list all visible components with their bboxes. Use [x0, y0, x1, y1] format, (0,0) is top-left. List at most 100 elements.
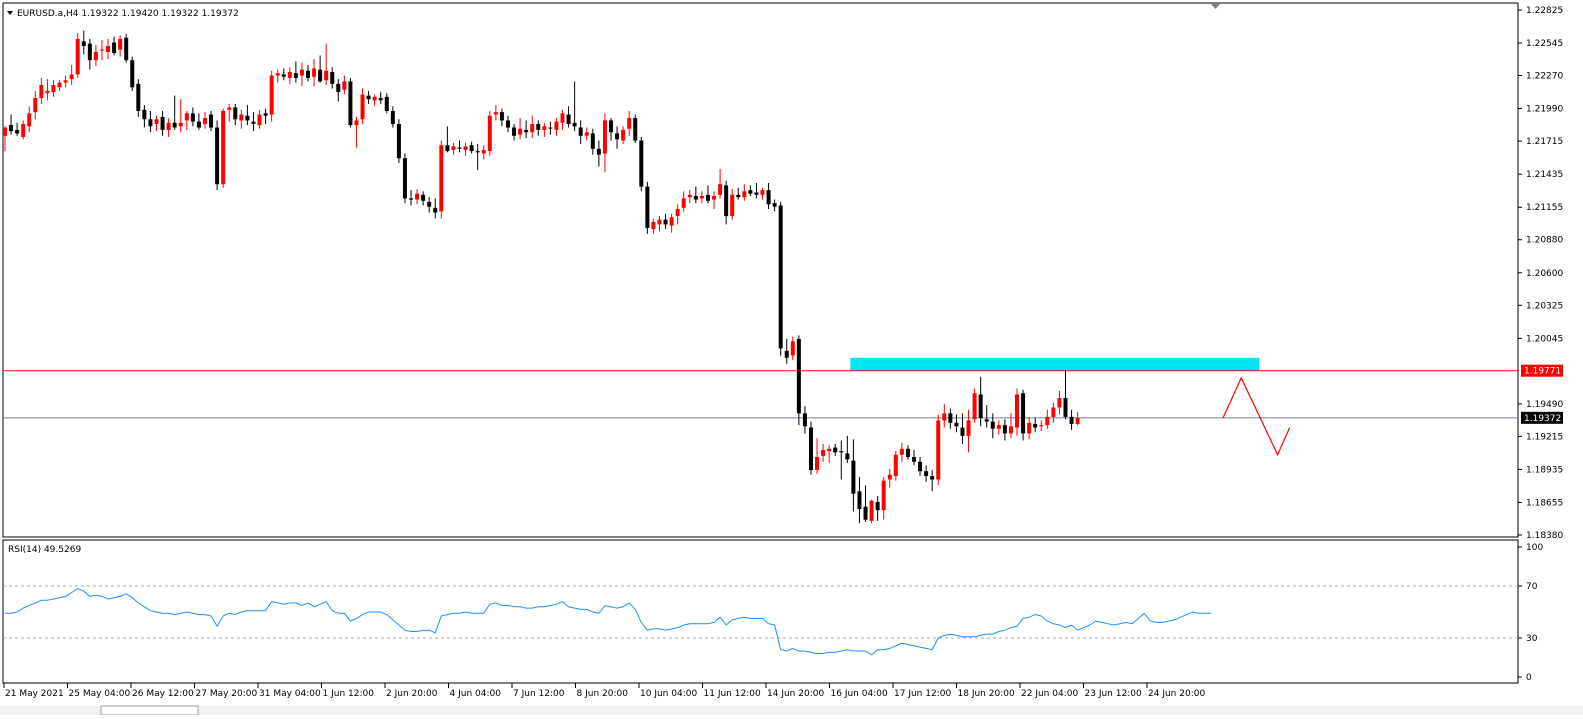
- candle-body: [75, 38, 80, 75]
- candle-body: [427, 201, 432, 207]
- time-tick-label: 10 Jun 04:00: [640, 689, 697, 699]
- candle-body: [269, 75, 274, 115]
- price-tick-label: 1.19215: [1526, 432, 1563, 442]
- candle-body: [505, 120, 510, 128]
- time-tick-label: 11 Jun 12:00: [704, 689, 761, 699]
- candle-body: [651, 222, 656, 230]
- candle-body: [518, 128, 523, 135]
- time-tick-label: 23 Jun 12:00: [1085, 689, 1142, 699]
- candle-body: [233, 107, 238, 120]
- time-tick-label: 7 Jun 12:00: [513, 689, 565, 699]
- time-tick-label: 2 Jun 20:00: [386, 689, 438, 699]
- rsi-header: RSI(14) 49.5269: [8, 545, 81, 555]
- candle-body: [536, 123, 541, 130]
- resistance-price-label: 1.19771: [1524, 367, 1561, 377]
- rsi-tick-label: 70: [1526, 582, 1538, 592]
- candle-body: [730, 194, 735, 217]
- candle-body: [142, 109, 147, 120]
- candle-body: [263, 113, 268, 116]
- candle-body: [936, 420, 941, 480]
- candle-body: [99, 49, 104, 51]
- candle-body: [372, 96, 377, 101]
- candle-body: [560, 113, 565, 123]
- rsi-tick-label: 30: [1526, 634, 1538, 644]
- candle-body: [481, 149, 486, 154]
- candle-body: [572, 122, 577, 127]
- candle-body: [209, 114, 214, 128]
- time-tick-label: 16 Jun 04:00: [831, 689, 888, 699]
- candle-body: [1008, 426, 1013, 434]
- candle-body: [845, 453, 850, 460]
- candle-body: [821, 449, 826, 456]
- candle-body: [566, 114, 571, 124]
- candle-body: [493, 112, 498, 115]
- candle-body: [148, 119, 153, 127]
- candle-body: [699, 196, 704, 199]
- candle-body: [166, 122, 171, 130]
- candle-body: [839, 451, 844, 453]
- candle-body: [33, 97, 38, 113]
- candle-body: [324, 70, 329, 81]
- candle-body: [984, 419, 989, 422]
- candle-body: [675, 209, 680, 217]
- candle-body: [81, 41, 86, 47]
- candle-body: [118, 38, 123, 50]
- candle-body: [287, 72, 292, 78]
- candle-body: [827, 448, 832, 452]
- candle-body: [457, 147, 462, 149]
- price-tick-label: 1.20325: [1526, 301, 1563, 311]
- candle-body: [875, 501, 880, 511]
- candle-body: [796, 338, 801, 414]
- time-tick-label: 27 May 20:00: [196, 689, 258, 699]
- candle-body: [45, 90, 50, 94]
- candle-body: [718, 184, 723, 195]
- candle-body: [899, 448, 904, 455]
- candle-body: [1069, 416, 1074, 424]
- candle-body: [669, 217, 674, 226]
- price-tick-label: 1.18380: [1526, 531, 1563, 541]
- rsi-tick-label: 100: [1526, 543, 1543, 553]
- candle-body: [1002, 425, 1007, 434]
- candle-body: [281, 74, 286, 77]
- candle-body: [584, 132, 589, 136]
- candle-body: [990, 421, 995, 429]
- candle-body: [712, 196, 717, 200]
- candle-body: [766, 190, 771, 205]
- price-tick-label: 1.22825: [1526, 6, 1563, 16]
- candle-body: [857, 491, 862, 510]
- candle-body: [1027, 422, 1032, 434]
- candle-body: [463, 146, 468, 150]
- chart-canvas[interactable]: EURUSD.a,H4 1.19322 1.19420 1.19322 1.19…: [0, 0, 1583, 716]
- candle-body: [905, 448, 910, 458]
- candle-body: [342, 81, 347, 90]
- candle-body: [299, 69, 304, 76]
- candle-body: [1033, 423, 1038, 428]
- time-tick-label: 24 Jun 20:00: [1148, 689, 1205, 699]
- chart-tab[interactable]: [100, 705, 199, 716]
- candle-body: [687, 194, 692, 198]
- candle-body: [257, 114, 262, 126]
- time-tick-label: 8 Jun 20:00: [577, 689, 629, 699]
- candle-body: [87, 43, 92, 61]
- candle-body: [693, 196, 698, 200]
- candle-body: [93, 51, 98, 61]
- time-tick-label: 14 Jun 20:00: [767, 689, 824, 699]
- candle-body: [39, 85, 44, 98]
- candle-body: [930, 475, 935, 480]
- candle-body: [439, 145, 444, 212]
- time-tick-label: 31 May 04:00: [259, 689, 321, 699]
- candle-body: [106, 46, 111, 52]
- candle-body: [548, 127, 553, 129]
- candle-body: [633, 118, 638, 141]
- candle-body: [130, 60, 135, 88]
- price-tick-label: 1.18935: [1526, 465, 1563, 475]
- candle-body: [748, 190, 753, 194]
- candle-body: [451, 146, 456, 150]
- chart-root: EURUSD.a,H4 1.19322 1.19420 1.19322 1.19…: [0, 0, 1583, 716]
- candle-body: [833, 447, 838, 453]
- supply-zone: [850, 357, 1260, 371]
- candle-body: [512, 127, 517, 136]
- candle-body: [681, 198, 686, 208]
- candle-body: [972, 393, 977, 420]
- candle-body: [609, 120, 613, 133]
